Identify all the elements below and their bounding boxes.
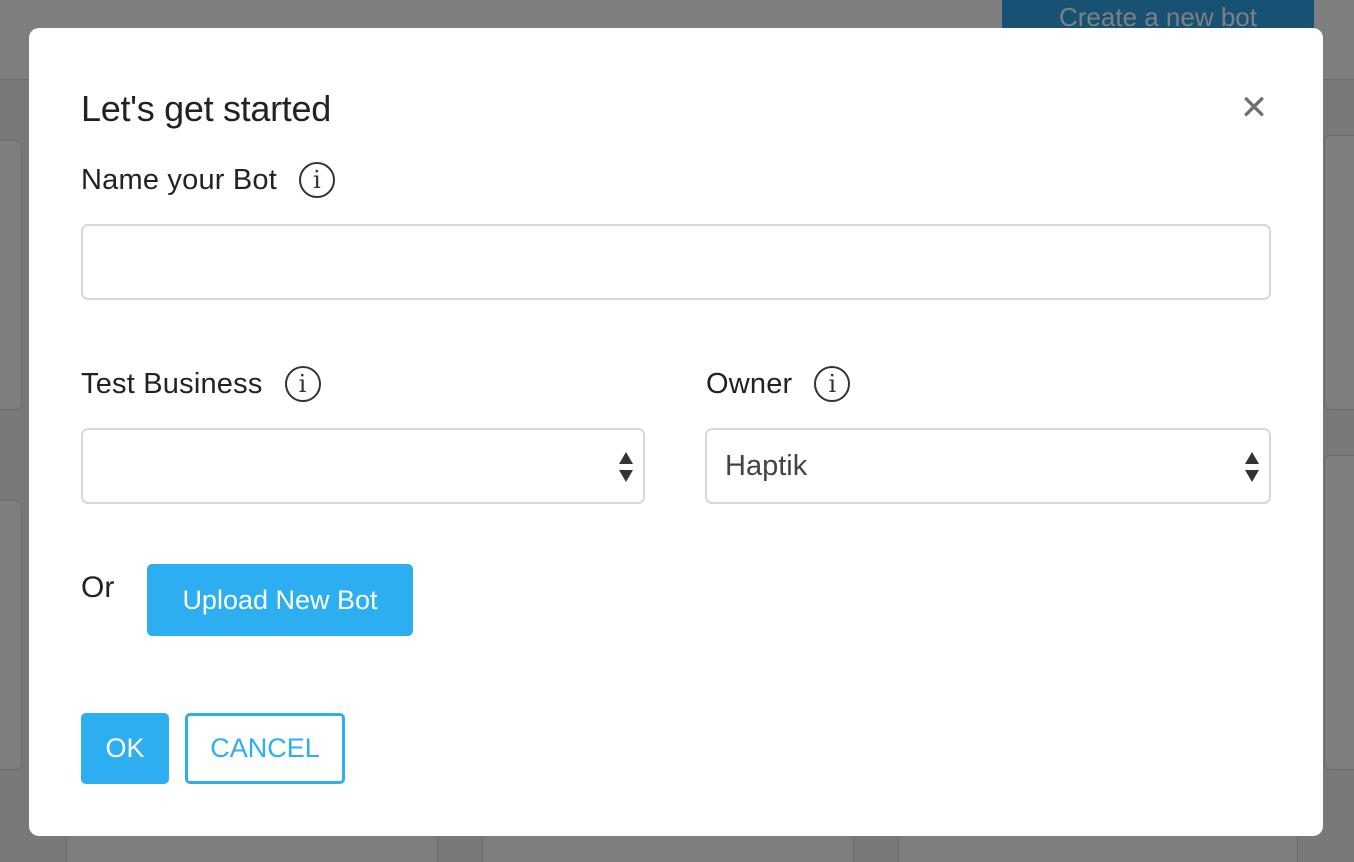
upload-new-bot-button[interactable]: Upload New Bot bbox=[147, 564, 413, 636]
business-select[interactable] bbox=[81, 428, 645, 504]
bot-name-input[interactable] bbox=[81, 224, 1271, 300]
name-field-label: Name your Bot bbox=[81, 163, 278, 196]
modal-title: Let's get started bbox=[81, 88, 331, 129]
info-icon[interactable]: i bbox=[284, 366, 321, 402]
owner-select[interactable]: Haptik bbox=[705, 428, 1271, 504]
cancel-button[interactable]: CANCEL bbox=[185, 713, 345, 784]
select-arrows-icon bbox=[1245, 452, 1259, 482]
ok-button[interactable]: OK bbox=[81, 713, 169, 784]
business-field-label-row: Test Business i bbox=[81, 366, 321, 402]
business-field-label: Test Business bbox=[81, 367, 263, 400]
owner-field-label: Owner bbox=[706, 367, 793, 400]
select-arrows-icon bbox=[619, 452, 633, 482]
owner-field-label-row: Owner i bbox=[706, 366, 851, 402]
close-icon[interactable]: ✕ bbox=[1238, 91, 1270, 125]
info-icon[interactable]: i bbox=[299, 162, 336, 198]
create-bot-modal: Let's get started ✕ Name your Bot i Test… bbox=[29, 28, 1323, 836]
or-label: Or bbox=[81, 571, 115, 604]
name-field-label-row: Name your Bot i bbox=[81, 162, 336, 198]
owner-select-value: Haptik bbox=[725, 450, 808, 482]
info-icon[interactable]: i bbox=[814, 366, 851, 402]
